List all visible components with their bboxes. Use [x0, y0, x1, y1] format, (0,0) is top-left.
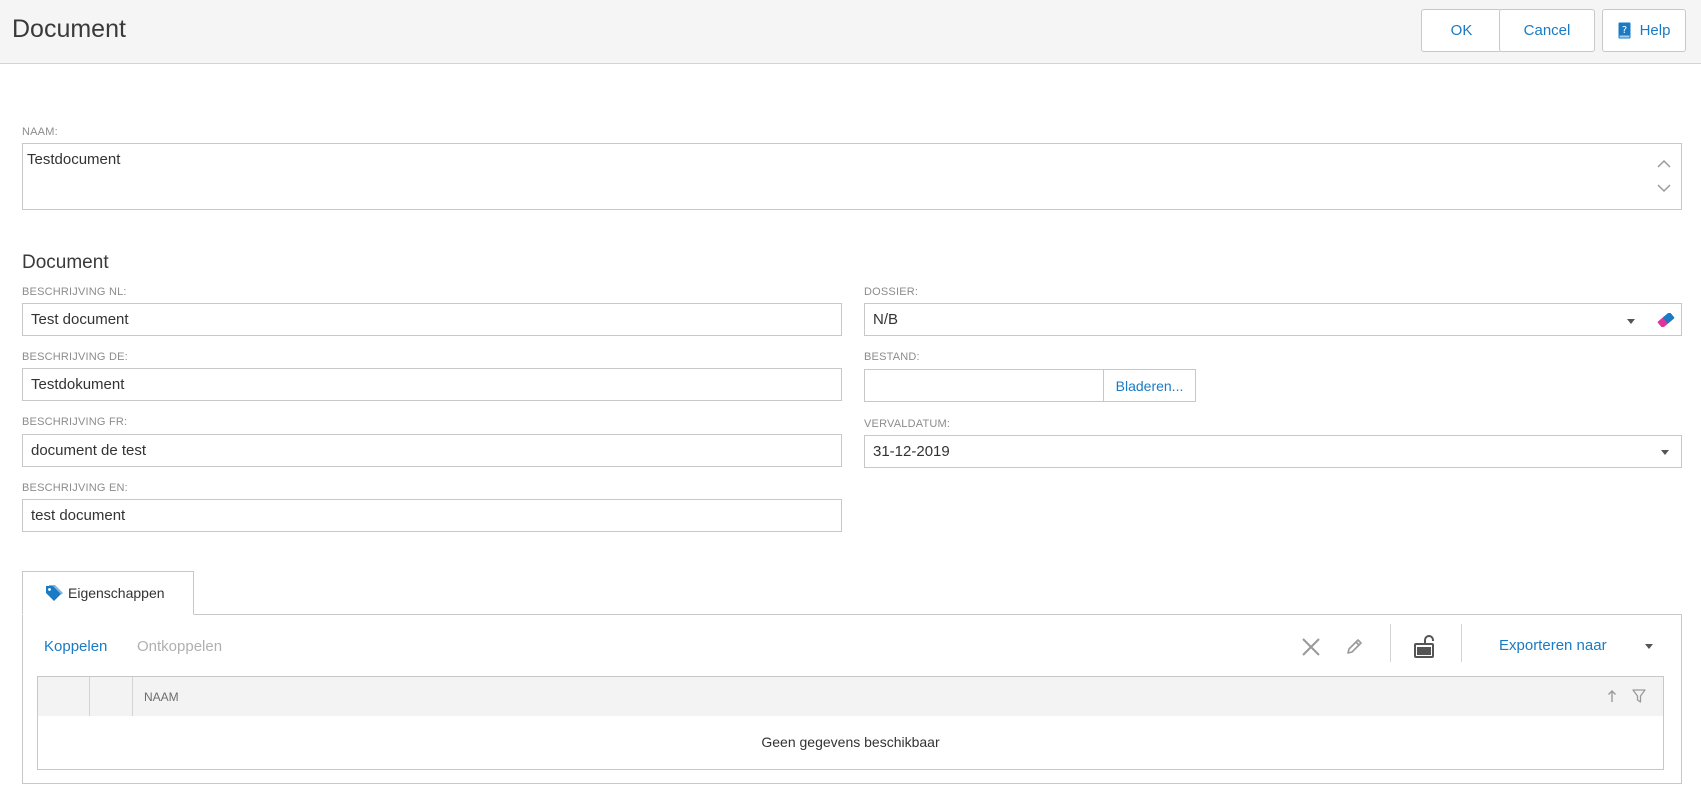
beschrijving-fr-value: document de test [31, 442, 147, 459]
grid-col-divider-2 [132, 677, 133, 716]
export-caret-icon[interactable] [1645, 644, 1653, 649]
bestand-input[interactable] [864, 369, 1104, 402]
pencil-icon[interactable] [1344, 637, 1364, 657]
grid-header: NAAM [38, 677, 1663, 716]
beschrijving-en-field[interactable]: test document [22, 499, 842, 532]
beschrijving-fr-label: BESCHRIJVING FR: [22, 416, 128, 428]
section-title-document: Document [22, 252, 109, 273]
beschrijving-de-label: BESCHRIJVING DE: [22, 351, 128, 363]
dossier-select[interactable]: N/B [864, 303, 1682, 336]
grid-empty-message: Geen gegevens beschikbaar [761, 734, 940, 750]
beschrijving-en-value: test document [31, 507, 126, 524]
tag-icon [46, 585, 63, 601]
beschrijving-nl-value: Test document [31, 311, 129, 328]
dossier-value: N/B [873, 311, 899, 328]
cancel-button-label: Cancel [1523, 22, 1571, 39]
eraser-icon[interactable] [1657, 313, 1675, 327]
toolbar-divider [1390, 624, 1391, 662]
beschrijving-nl-field[interactable]: Test document [22, 303, 842, 336]
page-title: Document [12, 15, 126, 43]
beschrijving-fr-field[interactable]: document de test [22, 434, 842, 467]
naam-textarea[interactable]: Testdocument [22, 143, 1682, 210]
browse-button[interactable]: Bladeren... [1103, 369, 1196, 402]
grid-column-naam[interactable]: NAAM [144, 690, 179, 704]
bestand-label: BESTAND: [864, 351, 920, 363]
unlock-icon[interactable] [1413, 634, 1437, 658]
title-bar: Document OK Cancel ? Help [0, 0, 1701, 64]
export-dropdown-label[interactable]: Exporteren naar [1499, 637, 1607, 654]
beschrijving-en-label: BESCHRIJVING EN: [22, 482, 128, 494]
beschrijving-de-value: Testdokument [31, 376, 125, 393]
svg-text:?: ? [1621, 25, 1626, 36]
toolbar-divider-2 [1461, 624, 1462, 662]
beschrijving-de-field[interactable]: Testdokument [22, 368, 842, 401]
close-icon[interactable] [1301, 637, 1321, 657]
chevron-down-icon[interactable] [1657, 184, 1671, 193]
help-button[interactable]: ? Help [1602, 9, 1686, 52]
tab-eigenschappen[interactable]: Eigenschappen [22, 571, 194, 615]
naam-value: Testdocument [27, 151, 121, 168]
grid-col-divider-1 [89, 677, 90, 716]
dossier-label: DOSSIER: [864, 286, 919, 298]
naam-label: NAAM: [22, 126, 58, 138]
ok-button-label: OK [1450, 22, 1473, 39]
filter-icon[interactable] [1632, 689, 1646, 703]
koppelen-link[interactable]: Koppelen [44, 638, 107, 655]
ontkoppelen-link[interactable]: Ontkoppelen [137, 638, 222, 655]
vervaldatum-caret-icon[interactable] [1661, 450, 1669, 455]
ok-button[interactable]: OK [1421, 9, 1502, 52]
help-button-label: Help [1639, 22, 1671, 39]
sort-asc-icon[interactable] [1607, 689, 1617, 703]
vervaldatum-label: VERVALDATUM: [864, 418, 951, 430]
browse-button-label: Bladeren... [1115, 377, 1184, 394]
vervaldatum-value: 31-12-2019 [873, 443, 950, 460]
chevron-up-icon[interactable] [1657, 159, 1671, 168]
beschrijving-nl-label: BESCHRIJVING NL: [22, 286, 127, 298]
dossier-caret-icon[interactable] [1627, 319, 1635, 324]
vervaldatum-datepicker[interactable]: 31-12-2019 [864, 435, 1682, 468]
tab-eigenschappen-label: Eigenschappen [68, 585, 165, 601]
cancel-button[interactable]: Cancel [1499, 9, 1595, 52]
linked-items-grid: NAAM Geen gegevens beschikbaar [37, 676, 1664, 770]
help-book-icon: ? [1618, 22, 1631, 39]
